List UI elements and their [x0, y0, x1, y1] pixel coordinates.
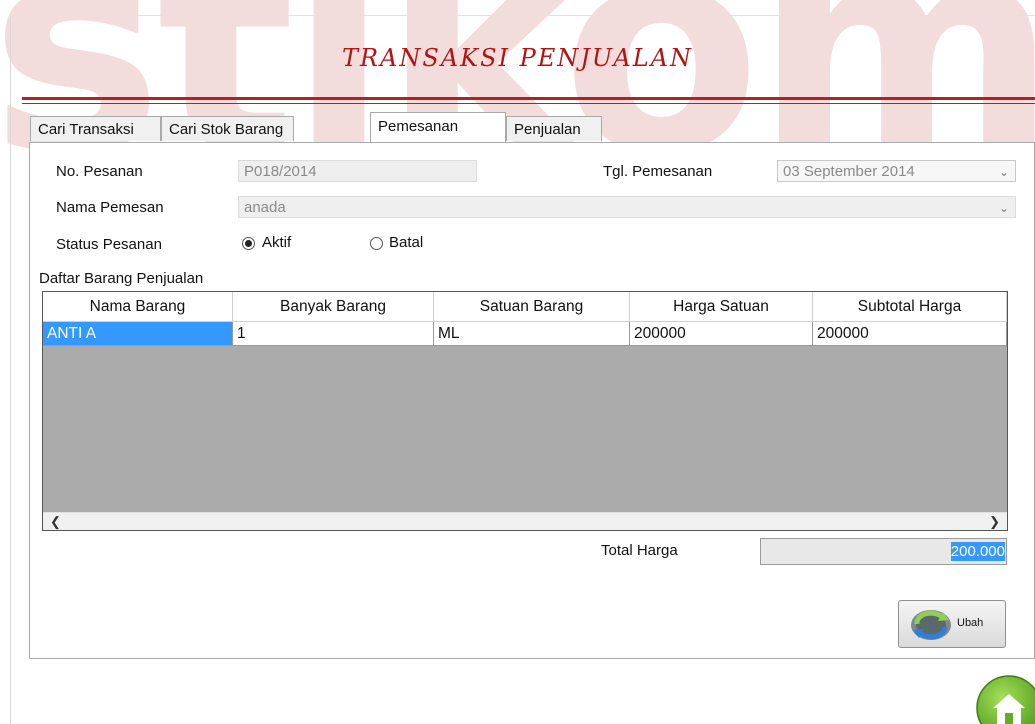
total-price-field[interactable]: 200.000 [760, 538, 1007, 565]
horizontal-scrollbar[interactable]: ❮ ❯ [43, 512, 1007, 530]
column-header-satuan-barang[interactable]: Satuan Barang [434, 292, 630, 322]
status-batal-label[interactable]: Batal [389, 234, 423, 251]
home-icon[interactable] [973, 672, 1035, 724]
order-number-field[interactable]: P018/2014 [238, 160, 477, 182]
cell-nama-barang[interactable]: ANTI A [43, 322, 233, 346]
column-header-nama-barang[interactable]: Nama Barang [43, 292, 233, 322]
column-header-banyak-barang[interactable]: Banyak Barang [233, 292, 434, 322]
customer-name-value: anada [244, 199, 286, 216]
scroll-right-icon[interactable]: ❯ [989, 513, 1000, 530]
order-date-picker[interactable]: 03 September 2014 ⌄ [777, 160, 1016, 182]
status-aktif-radio[interactable] [242, 237, 255, 250]
total-price-value: 200.000 [950, 542, 1005, 561]
order-date-label: Tgl. Pemesanan [603, 163, 713, 180]
total-price-label: Total Harga [601, 542, 678, 559]
cell-satuan-barang[interactable]: ML [434, 322, 630, 346]
cell-banyak-barang[interactable]: 1 [233, 322, 434, 346]
chevron-down-icon[interactable]: ⌄ [999, 197, 1009, 217]
scroll-left-icon[interactable]: ❮ [50, 513, 61, 530]
refresh-arrows-icon [911, 610, 951, 640]
form-content: No. Pesanan P018/2014 Tgl. Pemesanan 03 … [0, 0, 1035, 724]
order-number-label: No. Pesanan [56, 163, 143, 180]
order-date-value: 03 September 2014 [783, 163, 915, 180]
cell-subtotal-harga[interactable]: 200000 [813, 322, 1007, 346]
ubah-button-label: Ubah [957, 617, 984, 629]
items-grid[interactable]: Nama Barang Banyak Barang Satuan Barang … [42, 291, 1008, 531]
ubah-button[interactable]: Ubah [898, 600, 1006, 648]
customer-name-combo[interactable]: anada ⌄ [238, 196, 1016, 218]
table-row[interactable]: ANTI A 1 ML 200000 200000 [43, 322, 1007, 346]
cell-harga-satuan[interactable]: 200000 [630, 322, 813, 346]
chevron-down-icon[interactable]: ⌄ [999, 161, 1009, 181]
customer-name-label: Nama Pemesan [56, 199, 164, 216]
status-aktif-label[interactable]: Aktif [262, 234, 291, 251]
column-header-subtotal-harga[interactable]: Subtotal Harga [813, 292, 1007, 322]
items-section-label: Daftar Barang Penjualan [39, 270, 204, 287]
column-header-harga-satuan[interactable]: Harga Satuan [630, 292, 813, 322]
status-label: Status Pesanan [56, 236, 162, 253]
grid-header: Nama Barang Banyak Barang Satuan Barang … [43, 292, 1007, 322]
status-batal-radio[interactable] [370, 237, 383, 250]
